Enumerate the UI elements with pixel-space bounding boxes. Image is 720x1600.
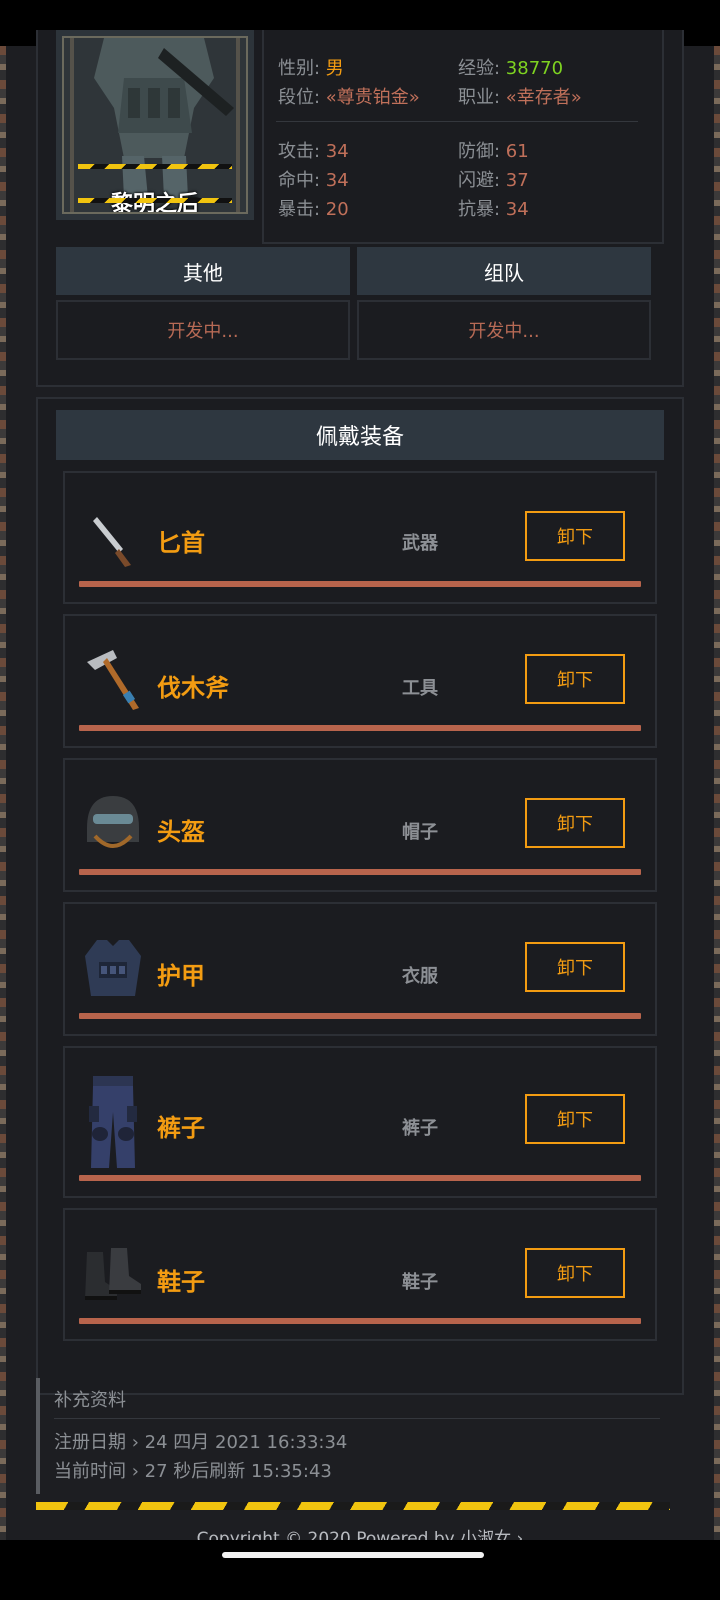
stat-gender-label: 性别:: [278, 58, 326, 79]
stat-dodge: 闪避: 37: [458, 166, 529, 192]
armor-icon: [83, 936, 143, 996]
unequip-button[interactable]: 卸下: [525, 654, 625, 704]
unequip-button[interactable]: 卸下: [525, 942, 625, 992]
helmet-icon: [83, 792, 143, 852]
boots-icon: [83, 1246, 143, 1306]
stat-job: 职业: «幸存者»: [458, 83, 582, 109]
stat-gender: 性别: 男: [278, 54, 344, 80]
equipment-item-name: 鞋子: [157, 1268, 205, 1296]
durability-bar: [79, 725, 641, 731]
stat-defense-label: 防御:: [458, 141, 506, 162]
current-time-value: 27 秒后刷新 15:35:43: [144, 1461, 332, 1482]
stat-exp-value: 38770: [505, 58, 564, 79]
equipment-item-name: 裤子: [157, 1114, 205, 1142]
stat-anticrit: 抗暴: 34: [458, 195, 529, 221]
stat-job-value: «幸存者»: [505, 87, 582, 108]
equipment-item-armor: 护甲 衣服 卸下: [63, 902, 657, 1036]
durability-bar: [79, 1318, 641, 1324]
axe-icon: [83, 648, 143, 710]
registration-date: 注册日期 › 24 四月 2021 16:33:34: [54, 1428, 347, 1454]
stat-dodge-label: 闪避:: [458, 170, 506, 191]
unequip-button[interactable]: 卸下: [525, 798, 625, 848]
current-time: 当前时间 › 27 秒后刷新 15:35:43: [54, 1457, 332, 1483]
pants-icon: [83, 1072, 143, 1172]
equipment-item-name: 匕首: [157, 529, 205, 557]
stat-anticrit-value: 34: [505, 199, 529, 220]
supplemental-info: 补充资料 注册日期 › 24 四月 2021 16:33:34 当前时间 › 2…: [36, 1378, 670, 1494]
avatar-card: 黎明之后: [56, 30, 254, 220]
stat-crit-value: 20: [325, 199, 349, 220]
avatar-hazard-stripe-top: [78, 164, 232, 169]
equipment-item-dagger: 匕首 武器 卸下: [63, 471, 657, 604]
durability-bar: [79, 1013, 641, 1019]
dagger-icon: [83, 509, 143, 569]
stat-defense-value: 61: [505, 141, 529, 162]
stat-rank-value: «尊贵铂金»: [325, 87, 420, 108]
stats-divider: [276, 121, 638, 122]
stat-crit: 暴击: 20: [278, 195, 349, 221]
stat-rank: 段位: «尊贵铂金»: [278, 83, 420, 109]
unequip-button[interactable]: 卸下: [525, 1248, 625, 1298]
equipment-item-type: 鞋子: [402, 1272, 438, 1293]
stat-anticrit-label: 抗暴:: [458, 199, 506, 220]
durability-bar: [79, 869, 641, 875]
stat-job-label: 职业:: [458, 87, 506, 108]
equipment-item-boots: 鞋子 鞋子 卸下: [63, 1208, 657, 1341]
hazard-stripe-divider: [36, 1502, 670, 1510]
equipment-item-name: 护甲: [157, 962, 205, 990]
equipment-item-type: 裤子: [402, 1118, 438, 1139]
tab-other[interactable]: 其他: [56, 247, 350, 295]
stat-exp-label: 经验:: [458, 58, 506, 79]
info-divider: [54, 1418, 660, 1419]
stat-rank-label: 段位:: [278, 87, 326, 108]
stat-attack-value: 34: [325, 141, 349, 162]
left-border-decoration: [0, 46, 6, 1570]
supplemental-info-title: 补充资料: [54, 1390, 126, 1411]
stat-hit-value: 34: [325, 170, 349, 191]
stat-attack-label: 攻击:: [278, 141, 326, 162]
avatar: 黎明之后: [62, 36, 248, 214]
stat-exp: 经验: 38770: [458, 54, 563, 80]
equipment-item-name: 头盔: [157, 818, 205, 846]
stat-attack: 攻击: 34: [278, 137, 349, 163]
durability-bar: [79, 581, 641, 587]
equipment-item-type: 工具: [402, 678, 438, 699]
unequip-button[interactable]: 卸下: [525, 511, 625, 561]
stat-hit: 命中: 34: [278, 166, 349, 192]
tab-other-content: 开发中...: [56, 300, 350, 360]
equipment-item-axe: 伐木斧 工具 卸下: [63, 614, 657, 748]
right-border-decoration: [714, 46, 720, 1570]
registration-date-value: 24 四月 2021 16:33:34: [144, 1432, 348, 1453]
avatar-hazard-stripe-bottom: [78, 198, 232, 203]
stat-dodge-value: 37: [505, 170, 529, 191]
equipment-item-type: 衣服: [402, 966, 438, 987]
equipment-title: 佩戴装备: [56, 410, 664, 460]
equipment-item-type: 帽子: [402, 822, 438, 843]
navigation-bar: [0, 1540, 720, 1600]
stat-defense: 防御: 61: [458, 137, 529, 163]
home-indicator[interactable]: [222, 1552, 484, 1558]
equipment-item-type: 武器: [402, 533, 438, 554]
stat-gender-value: 男: [325, 58, 344, 79]
equipment-item-pants: 裤子 裤子 卸下: [63, 1046, 657, 1198]
durability-bar: [79, 1175, 641, 1181]
tab-team[interactable]: 组队: [357, 247, 651, 295]
stat-hit-label: 命中:: [278, 170, 326, 191]
equipment-item-helmet: 头盔 帽子 卸下: [63, 758, 657, 892]
tab-team-content: 开发中...: [357, 300, 651, 360]
unequip-button[interactable]: 卸下: [525, 1094, 625, 1144]
stat-crit-label: 暴击:: [278, 199, 326, 220]
registration-date-label: 注册日期 ›: [54, 1432, 145, 1453]
current-time-label: 当前时间 ›: [54, 1461, 145, 1482]
equipment-item-name: 伐木斧: [157, 674, 229, 702]
